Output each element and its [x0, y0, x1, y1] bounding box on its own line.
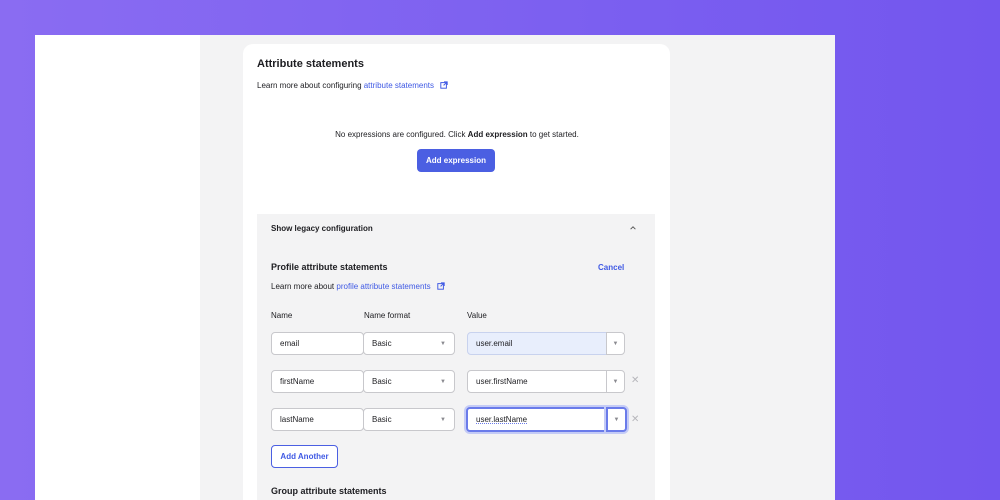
attribute-name-input[interactable]: lastName [271, 408, 364, 431]
chevron-down-icon: ▼ [440, 416, 446, 423]
attribute-statements-link[interactable]: attribute statements [364, 81, 434, 90]
column-label-name: Name [271, 311, 293, 320]
column-label-value: Value [467, 311, 487, 320]
group-attribute-title: Group attribute statements [271, 486, 387, 496]
profile-attribute-statements-link[interactable]: profile attribute statements [336, 282, 430, 291]
value-dropdown-button[interactable]: ▼ [606, 407, 627, 432]
column-label-format: Name format [364, 311, 411, 320]
value-dropdown-button[interactable]: ▼ [606, 370, 625, 393]
attribute-name-input[interactable]: email [271, 332, 364, 355]
name-format-select[interactable]: Basic ▼ [363, 370, 455, 393]
cancel-button[interactable]: Cancel [598, 263, 624, 272]
add-another-button[interactable]: Add Another [271, 445, 338, 468]
chevron-down-icon: ▼ [612, 378, 619, 385]
add-expression-button[interactable]: Add expression [417, 149, 495, 172]
attribute-value-input-focused[interactable]: user.lastName [466, 407, 607, 432]
remove-row-icon[interactable]: ✕ [631, 414, 639, 425]
chevron-up-icon[interactable] [629, 224, 637, 232]
profile-learn-more-text: Learn more about profile attribute state… [271, 282, 445, 291]
profile-attribute-title: Profile attribute statements [271, 262, 388, 272]
section-title: Attribute statements [257, 58, 364, 70]
attribute-value-input[interactable]: user.email [467, 332, 607, 355]
learn-more-text: Learn more about configuring attribute s… [257, 81, 448, 90]
attribute-name-input[interactable]: firstName [271, 370, 364, 393]
chevron-down-icon: ▼ [612, 340, 619, 347]
chevron-down-icon: ▼ [440, 340, 446, 347]
chevron-down-icon: ▼ [613, 416, 620, 423]
name-format-select[interactable]: Basic ▼ [363, 408, 455, 431]
external-link-icon [440, 81, 448, 89]
legacy-configuration-toggle[interactable]: Show legacy configuration [271, 224, 373, 233]
legacy-configuration-panel: Show legacy configuration Profile attrib… [257, 214, 655, 500]
attribute-value-input[interactable]: user.firstName [467, 370, 607, 393]
external-link-icon [437, 282, 445, 290]
name-format-select[interactable]: Basic ▼ [363, 332, 455, 355]
empty-state-message: No expressions are configured. Click Add… [335, 130, 579, 139]
remove-row-icon[interactable]: ✕ [631, 375, 639, 386]
value-dropdown-button[interactable]: ▼ [606, 332, 625, 355]
chevron-down-icon: ▼ [440, 378, 446, 385]
